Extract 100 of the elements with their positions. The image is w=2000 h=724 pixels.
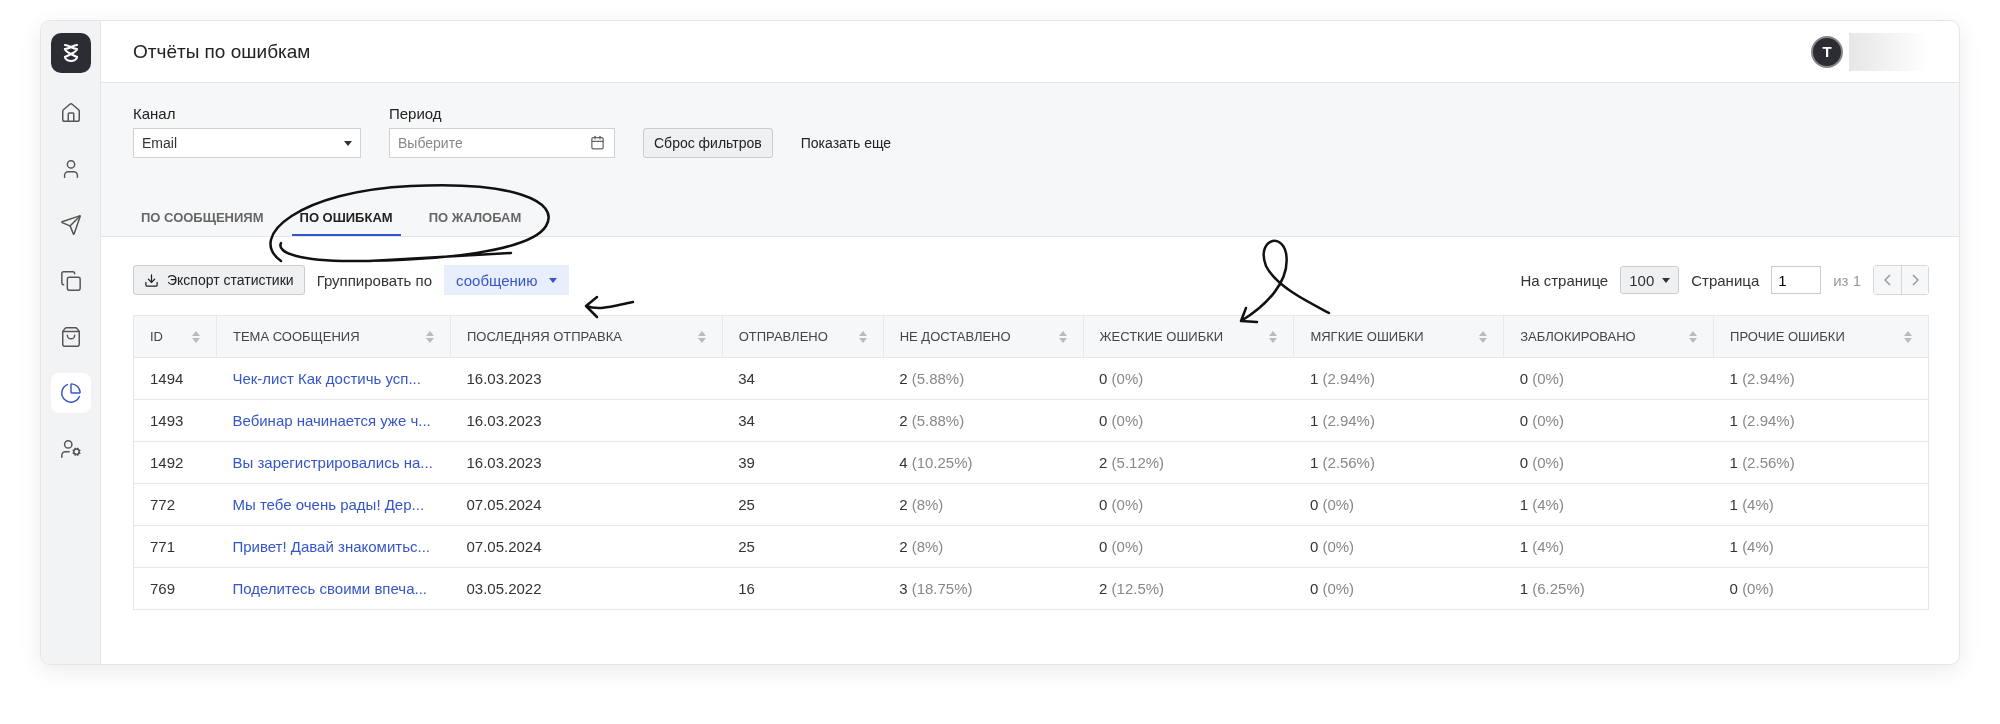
sidebar-item[interactable] [50,373,91,413]
table-cell: 25 [738,496,755,513]
table-cell: 07.05.2024 [466,538,542,555]
message-subject-link[interactable]: Поделитесь своими впеча... [232,580,427,597]
page-label: Страница [1691,271,1760,289]
send-icon [59,214,82,236]
app-logo[interactable] [50,33,91,73]
table-cell: 2 (5.12%) [1099,454,1165,471]
message-subject-link[interactable]: Вебинар начинается уже ч... [232,412,431,429]
column-header[interactable]: ЗАБЛОКИРОВАНО [1520,329,1636,344]
table-cell: 1 (2.94%) [1729,370,1795,387]
table-cell: 0 (0%) [1309,580,1355,597]
page-input[interactable]: 1 [1771,266,1822,294]
table-cell: 772 [150,496,176,513]
message-subject-link[interactable]: Вы зарегистрировались на... [232,454,433,471]
column-header[interactable]: ОТПРАВЛЕНО [738,329,828,344]
period-field[interactable]: Выберите [389,128,615,158]
table-cell: 1 (2.94%) [1729,412,1795,429]
table-cell: 771 [150,538,176,555]
table-cell: 0 (0%) [1729,580,1774,597]
home-icon [59,102,82,124]
export-button[interactable]: Экспорт статистики [133,265,305,295]
table-cell: 1 (2.94%) [1309,412,1375,429]
message-subject-link[interactable]: Чек-лист Как достичь усп... [232,370,421,387]
table-cell: 34 [738,412,755,429]
column-header[interactable]: НЕ ДОСТАВЛЕНО [899,329,1011,344]
table-cell: 0 (0%) [1309,538,1355,555]
table-cell: 3 (18.75%) [899,580,973,597]
table-cell: 2 (12.5%) [1099,580,1165,597]
show-more-link[interactable]: Показать еще [800,128,892,158]
per-page-label: На странице [1520,271,1609,289]
table-cell: 0 (0%) [1099,538,1144,555]
reset-filters-button[interactable]: Сброс фильтров [643,128,773,158]
table-cell: 769 [150,580,176,597]
column-header[interactable]: ID [150,329,163,344]
sort-icon [1904,330,1912,343]
pie-chart-icon [59,382,82,404]
message-subject-link[interactable]: Мы тебе очень рады! Дер... [232,496,425,513]
sort-icon [425,330,434,343]
sort-icon [1479,330,1488,343]
table-cell: 0 (0%) [1099,370,1144,387]
table-cell: 03.05.2022 [466,580,542,597]
chevron-left-icon [1884,274,1891,286]
group-by-label: Группировать по [316,271,433,289]
hand-drawn-arrow [584,295,635,319]
sort-icon [858,330,867,343]
per-page-select[interactable]: 100 [1620,266,1680,294]
download-icon [144,272,159,288]
table-cell: 1 (4%) [1519,538,1564,555]
tab[interactable]: ПО СООБЩЕНИЯМ [133,200,272,236]
user-gear-icon [59,438,82,460]
table-cell: 1493 [150,412,184,429]
column-header[interactable]: ПРОЧИЕ ОШИБКИ [1730,329,1845,344]
tab[interactable]: ПО ЖАЛОБАМ [420,200,530,236]
page-title: Отчёты по ошибкам [133,40,311,63]
column-header[interactable]: ПОСЛЕДНЯЯ ОТПРАВКА [466,329,622,344]
table-cell: 0 (0%) [1519,412,1564,429]
table-cell: 25 [738,538,755,555]
table-cell: 1 (2.56%) [1309,454,1375,471]
table-cell: 4 (10.25%) [899,454,973,471]
column-header[interactable]: МЯГКИЕ ОШИБКИ [1310,329,1424,344]
table-cell: 39 [738,454,755,471]
group-by-select[interactable]: сообщению [444,265,570,295]
table-cell: 16 [738,580,755,597]
sort-icon [191,330,200,343]
field-label: Канал [133,105,177,122]
table-cell: 34 [738,370,755,387]
table-cell: 16.03.2023 [466,370,542,387]
table-cell: 1494 [150,370,184,387]
table-cell: 16.03.2023 [466,454,542,471]
table-cell: 0 (0%) [1099,412,1144,429]
table-cell: 1 (4%) [1729,538,1774,555]
page-total: из 1 [1833,271,1861,289]
table-cell: 2 (5.88%) [899,370,965,387]
table-cell: 1492 [150,454,184,471]
channel-select[interactable]: Email [133,128,361,158]
table-cell: 1 (6.25%) [1519,580,1585,597]
message-subject-link[interactable]: Привет! Давай знакомитьс... [232,538,430,555]
bag-icon [59,326,82,348]
table-cell: 0 (0%) [1519,454,1564,471]
table-cell: 2 (8%) [899,538,944,555]
table-cell: 1 (2.56%) [1729,454,1795,471]
sort-icon [1689,330,1698,343]
table-cell: 0 (0%) [1519,370,1564,387]
copy-icon [59,270,82,292]
column-header[interactable]: ТЕМА СООБЩЕНИЯ [232,329,360,344]
sort-icon [1058,330,1067,343]
table-cell: 2 (5.88%) [899,412,965,429]
table-cell: 16.03.2023 [466,412,542,429]
table-cell: 1 (4%) [1519,496,1564,513]
tab[interactable]: ПО ОШИБКАМ [291,200,401,236]
chevron-right-icon [1911,274,1919,286]
field-label: Период [389,105,443,122]
sort-icon [697,330,706,343]
table-cell: 07.05.2024 [466,496,542,513]
table-cell: 1 (4%) [1729,496,1774,513]
table-cell: 1 (2.94%) [1309,370,1375,387]
user-avatar[interactable]: T [1811,35,1843,68]
table-cell: 0 (0%) [1309,496,1355,513]
table-cell: 2 (8%) [899,496,944,513]
